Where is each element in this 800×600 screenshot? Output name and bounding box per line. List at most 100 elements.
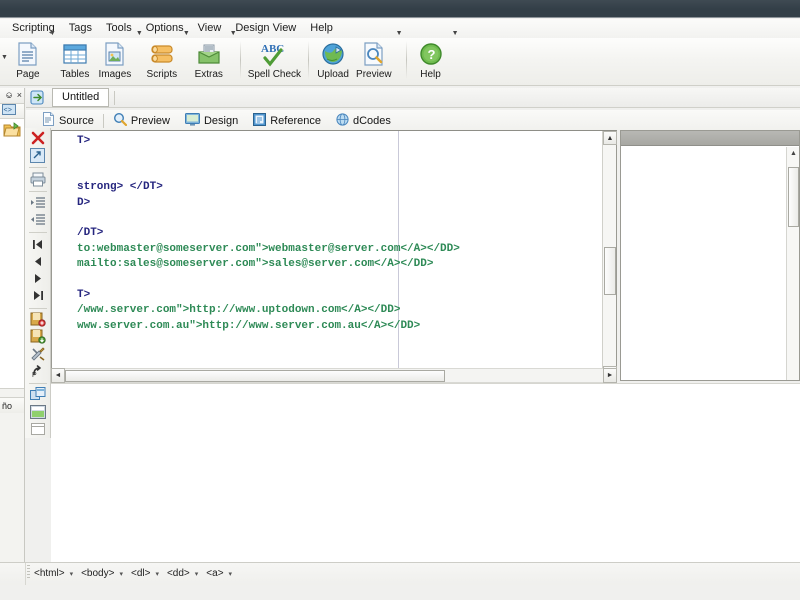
- help-question-icon: ?: [418, 40, 444, 68]
- print-icon[interactable]: [27, 171, 49, 187]
- toolbar-caret-page-icon[interactable]: ▼: [49, 30, 56, 37]
- scroll-right-glyph: ►: [606, 372, 614, 379]
- scroll-left-arrow-icon[interactable]: ◄: [51, 368, 65, 383]
- breadcrumb-caret-dl-icon[interactable]: ▾: [154, 570, 163, 578]
- horizontal-scroll-track[interactable]: [65, 368, 603, 383]
- workspace-area: [51, 383, 800, 562]
- toolbar-button-scripts[interactable]: Scripts: [142, 38, 182, 84]
- menu-item-design-view[interactable]: Design View: [228, 20, 303, 37]
- toolbar-button-upload[interactable]: Upload: [313, 38, 353, 84]
- editor-vertical-scrollbar[interactable]: ▲ ▼: [602, 131, 617, 380]
- toolbar-button-preview[interactable]: Preview: [353, 38, 395, 84]
- tool-strip-separator-5: [28, 382, 47, 384]
- bookmark-goto-icon[interactable]: [27, 328, 49, 344]
- breadcrumb-caret-body-icon[interactable]: ▾: [118, 570, 127, 578]
- toolbar-caret-help-icon[interactable]: ▼: [452, 30, 459, 37]
- right-panel-scrollbar[interactable]: ▲: [786, 147, 799, 380]
- toolbar-caret-preview-icon[interactable]: ▼: [396, 30, 403, 37]
- delete-x-icon[interactable]: [27, 130, 49, 146]
- go-first-icon[interactable]: [27, 236, 49, 252]
- tab-dcodes[interactable]: dCodes: [330, 111, 397, 132]
- toolbar-button-spell-check[interactable]: ABC Spell Check: [245, 38, 304, 84]
- breadcrumb-item-html[interactable]: <html>: [32, 567, 67, 581]
- menu-item-tools[interactable]: Tools: [99, 20, 139, 37]
- toolbar-caret-images-icon[interactable]: ▼: [136, 30, 143, 37]
- folder-open-icon[interactable]: [0, 119, 24, 145]
- left-panel-tab[interactable]: <>: [0, 104, 24, 119]
- editor-code-segment: D>: [77, 196, 91, 209]
- right-panel-scroll-up-icon[interactable]: ▲: [787, 147, 800, 159]
- indent-decrease-icon[interactable]: [27, 212, 49, 228]
- toolbar-button-page[interactable]: Page: [8, 38, 48, 84]
- tab-design[interactable]: Design: [179, 111, 244, 132]
- indent-increase-icon[interactable]: [27, 195, 49, 211]
- editor-surface[interactable]: T> strong> </DT> D> /DT> to:webmaster@some…: [52, 131, 602, 380]
- close-icon[interactable]: ×: [16, 91, 23, 100]
- editor-code-text[interactable]: T> strong> </DT> D> /DT> to:webmaster@some…: [77, 134, 600, 334]
- page-icon: [16, 40, 40, 68]
- breadcrumb-caret-html-icon[interactable]: ▾: [69, 570, 78, 578]
- breadcrumb-item-body[interactable]: <body>: [79, 567, 116, 581]
- reference-book-icon: [253, 112, 267, 130]
- horizontal-scroll-thumb[interactable]: [65, 370, 445, 382]
- split-window-icon[interactable]: [27, 387, 49, 403]
- toolbar-clipped-caret-icon[interactable]: ▼: [0, 54, 8, 61]
- reformat-icon[interactable]: P: [27, 363, 49, 379]
- empty-panel-icon[interactable]: [27, 421, 49, 437]
- breadcrumb-caret-a-icon[interactable]: ▾: [228, 570, 237, 578]
- left-panel-footer[interactable]: ño: [0, 397, 24, 413]
- tab-preview[interactable]: Preview: [107, 110, 176, 132]
- toolbar-label-page: Page: [16, 69, 40, 80]
- editor-code-segment: to:webmaster@someserver.com">webmaster@s…: [77, 242, 460, 255]
- scripts-icon: [149, 40, 175, 68]
- toolbar-button-tables[interactable]: Tables: [55, 38, 95, 84]
- breadcrumb-item-a[interactable]: <a>: [204, 567, 225, 581]
- table-icon: [62, 40, 88, 68]
- right-panel-scroll-thumb[interactable]: [788, 167, 799, 227]
- monitor-icon: [184, 112, 200, 130]
- source-code-editor[interactable]: T> strong> </DT> D> /DT> to:webmaster@some…: [51, 130, 617, 381]
- editor-code-segment: www.server.com.au">http://www.server.com…: [77, 319, 421, 332]
- pin-icon[interactable]: ⎉: [5, 91, 14, 100]
- panel-view-icon[interactable]: [27, 404, 49, 420]
- scroll-right-arrow-icon[interactable]: ►: [603, 368, 617, 383]
- right-panel-scroll-up-glyph: ▲: [790, 149, 797, 157]
- scroll-left-glyph: ◄: [54, 372, 62, 379]
- view-tab-separator: [102, 114, 104, 128]
- tab-label-preview: Preview: [130, 114, 170, 127]
- go-next-icon[interactable]: [27, 270, 49, 286]
- right-panel-body[interactable]: [621, 147, 786, 380]
- scroll-up-glyph: ▲: [606, 134, 614, 142]
- preview-magnifier-icon: [362, 40, 386, 68]
- editor-horizontal-scrollbar[interactable]: ◄ ►: [51, 368, 617, 383]
- editor-line: /www.server.com">http://www.uptodown.com…: [77, 303, 600, 318]
- tool-strip-separator-4: [28, 307, 47, 309]
- go-previous-icon[interactable]: [27, 253, 49, 269]
- scroll-up-arrow-icon[interactable]: ▲: [603, 131, 617, 145]
- expand-arrows-icon[interactable]: [27, 147, 49, 163]
- toolbar-button-help[interactable]: ? Help: [411, 38, 451, 84]
- svg-text:?: ?: [427, 47, 435, 62]
- toolbar-caret-extras-icon[interactable]: ▼: [230, 30, 237, 37]
- tab-reference[interactable]: Reference: [247, 111, 327, 132]
- toolbar-button-images[interactable]: Images: [95, 38, 135, 84]
- tools-icon[interactable]: [27, 346, 49, 362]
- editor-vertical-scroll-thumb[interactable]: [604, 247, 616, 295]
- tool-strip-separator-2: [28, 191, 47, 193]
- new-document-icon[interactable]: [30, 90, 46, 105]
- toolbar-caret-scripts-icon[interactable]: ▼: [183, 30, 190, 37]
- menu-item-view[interactable]: View: [191, 20, 229, 37]
- document-tab-untitled[interactable]: Untitled: [52, 88, 110, 107]
- menu-item-help[interactable]: Help: [303, 20, 340, 37]
- editor-tool-strip: P: [25, 128, 51, 438]
- toolbar-button-extras[interactable]: Extras: [189, 38, 229, 84]
- go-last-icon[interactable]: [27, 287, 49, 303]
- menu-item-tags[interactable]: Tags: [62, 20, 99, 37]
- breadcrumb-item-dd[interactable]: <dd>: [165, 567, 192, 581]
- breadcrumb-item-dl[interactable]: <dl>: [129, 567, 152, 581]
- bookmark-add-icon[interactable]: [27, 311, 49, 327]
- tab-label-source: Source: [59, 114, 94, 127]
- breadcrumb-caret-dd-icon[interactable]: ▾: [194, 570, 203, 578]
